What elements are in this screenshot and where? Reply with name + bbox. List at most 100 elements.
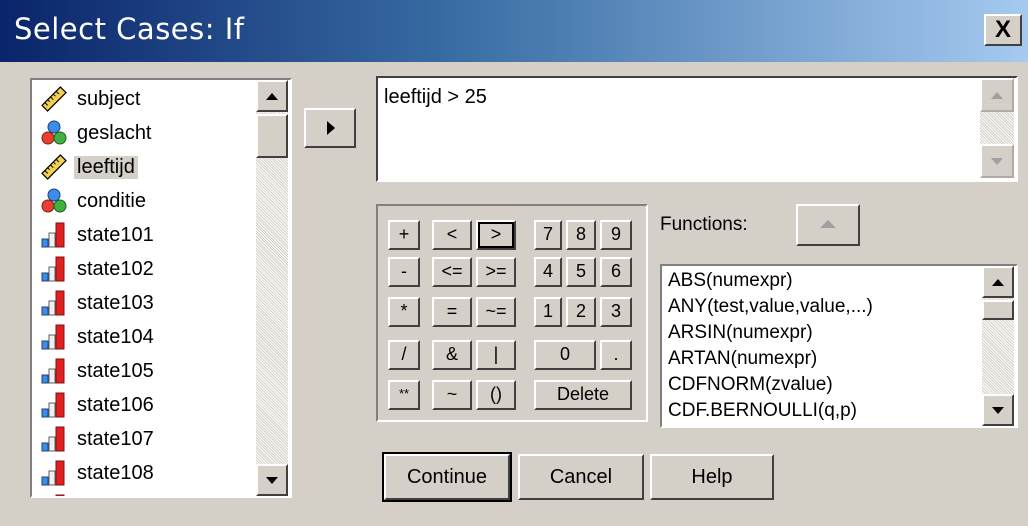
multiply-key[interactable]: * — [388, 297, 420, 327]
arrow-up-icon — [820, 220, 836, 228]
arrow-right-icon — [327, 121, 335, 135]
variable-item[interactable]: geslacht — [40, 118, 155, 148]
variable-label: state103 — [77, 291, 154, 314]
arrow-up-icon — [266, 93, 278, 100]
decimal-key[interactable]: . — [600, 340, 632, 370]
variable-item[interactable]: conditie — [40, 186, 149, 216]
digit-4-key[interactable]: 4 — [534, 257, 562, 287]
not-equal-key[interactable]: ~= — [476, 297, 516, 327]
arrow-down-icon — [991, 158, 1003, 165]
digit-7-key[interactable]: 7 — [534, 220, 562, 250]
ordinal-icon — [40, 289, 68, 317]
variable-label: conditie — [77, 189, 146, 212]
digit-2-key[interactable]: 2 — [566, 297, 596, 327]
function-item[interactable]: ABS(numexpr) — [668, 270, 793, 292]
power-key[interactable]: ** — [388, 380, 420, 410]
scroll-thumb[interactable] — [256, 114, 288, 158]
digit-0-key[interactable]: 0 — [534, 340, 596, 370]
not-key[interactable]: ~ — [432, 380, 472, 410]
scroll-up-button[interactable] — [256, 80, 288, 112]
ordinal-icon — [40, 357, 68, 385]
digit-9-key[interactable]: 9 — [600, 220, 632, 250]
move-to-expression-button[interactable] — [304, 108, 356, 148]
or-key[interactable]: | — [476, 340, 516, 370]
expression-scrollbar[interactable] — [980, 78, 1014, 178]
nominal-icon — [40, 187, 68, 215]
ordinal-icon — [40, 221, 68, 249]
variable-list[interactable]: subject geslacht leeftijd conditie state101 s… — [30, 78, 292, 498]
ruler-icon — [40, 85, 68, 113]
variable-item[interactable]: state101 — [40, 220, 157, 250]
functions-label: Functions: — [660, 214, 748, 235]
minus-key[interactable]: - — [388, 257, 420, 287]
variable-label: state101 — [77, 223, 154, 246]
expression-scroll-down[interactable] — [980, 144, 1014, 178]
variable-label: state109 — [74, 496, 157, 497]
variable-list-scrollbar[interactable] — [256, 80, 288, 496]
variable-item[interactable]: leeftijd — [40, 152, 138, 182]
less-or-equal-key[interactable]: <= — [432, 257, 472, 287]
parentheses-key[interactable]: () — [476, 380, 516, 410]
variable-label: state102 — [77, 257, 154, 280]
function-item[interactable]: CDF.BERNOULLI(q,p) — [668, 400, 857, 422]
variable-item[interactable]: state105 — [40, 356, 157, 386]
arrow-up-icon — [991, 92, 1003, 99]
digit-3-key[interactable]: 3 — [600, 297, 632, 327]
functions-scroll-thumb[interactable] — [982, 300, 1014, 320]
variable-item[interactable]: state109 — [40, 492, 157, 497]
digit-5-key[interactable]: 5 — [566, 257, 596, 287]
expression-scroll-up[interactable] — [980, 78, 1014, 112]
help-button[interactable]: Help — [650, 454, 774, 500]
variable-label: state107 — [77, 427, 154, 450]
variable-label: state106 — [77, 393, 154, 416]
less-than-key[interactable]: < — [432, 220, 472, 250]
variable-label: state104 — [77, 325, 154, 348]
variable-item[interactable]: state103 — [40, 288, 157, 318]
functions-scrollbar[interactable] — [982, 266, 1014, 426]
divide-key[interactable]: / — [388, 340, 420, 370]
variable-item[interactable]: state104 — [40, 322, 157, 352]
variable-label: leeftijd — [74, 155, 138, 179]
digit-8-key[interactable]: 8 — [566, 220, 596, 250]
arrow-down-icon — [266, 477, 278, 484]
greater-than-key[interactable]: > — [476, 220, 516, 250]
arrow-up-icon — [992, 279, 1004, 286]
greater-or-equal-key[interactable]: >= — [476, 257, 516, 287]
functions-scroll-down[interactable] — [982, 394, 1014, 426]
variable-label: geslacht — [77, 121, 152, 144]
variable-item[interactable]: state102 — [40, 254, 157, 284]
functions-scroll-up[interactable] — [982, 266, 1014, 298]
digit-6-key[interactable]: 6 — [600, 257, 632, 287]
expression-text[interactable]: leeftijd > 25 — [384, 86, 487, 109]
variable-item[interactable]: state106 — [40, 390, 157, 420]
delete-key[interactable]: Delete — [534, 380, 632, 410]
expression-box[interactable]: leeftijd > 25 — [376, 76, 1018, 182]
ordinal-icon — [40, 323, 68, 351]
variable-item[interactable]: subject — [40, 84, 143, 114]
cancel-button[interactable]: Cancel — [518, 454, 644, 500]
scroll-down-button[interactable] — [256, 464, 288, 496]
ordinal-icon — [40, 493, 68, 496]
ordinal-icon — [40, 425, 68, 453]
ordinal-icon — [40, 255, 68, 283]
ruler-icon — [40, 153, 68, 181]
variable-item[interactable]: state108 — [40, 458, 157, 488]
function-item[interactable]: ANY(test,value,value,...) — [668, 296, 873, 318]
digit-1-key[interactable]: 1 — [534, 297, 562, 327]
variable-item[interactable]: state107 — [40, 424, 157, 454]
ordinal-icon — [40, 459, 68, 487]
equal-key[interactable]: = — [432, 297, 472, 327]
ordinal-icon — [40, 391, 68, 419]
function-item[interactable]: ARSIN(numexpr) — [668, 322, 813, 344]
continue-button[interactable]: Continue — [382, 452, 512, 502]
arrow-down-icon — [992, 407, 1004, 414]
paste-function-button[interactable] — [796, 204, 860, 246]
function-item[interactable]: CDFNORM(zvalue) — [668, 374, 833, 396]
plus-key[interactable]: + — [388, 220, 420, 250]
variable-label: state105 — [77, 359, 154, 382]
functions-list[interactable]: ABS(numexpr) ANY(test,value,value,...) ARS… — [660, 264, 1018, 428]
function-item[interactable]: ARTAN(numexpr) — [668, 348, 817, 370]
and-key[interactable]: & — [432, 340, 472, 370]
close-button[interactable]: X — [984, 14, 1022, 46]
variable-label: state108 — [77, 461, 154, 484]
